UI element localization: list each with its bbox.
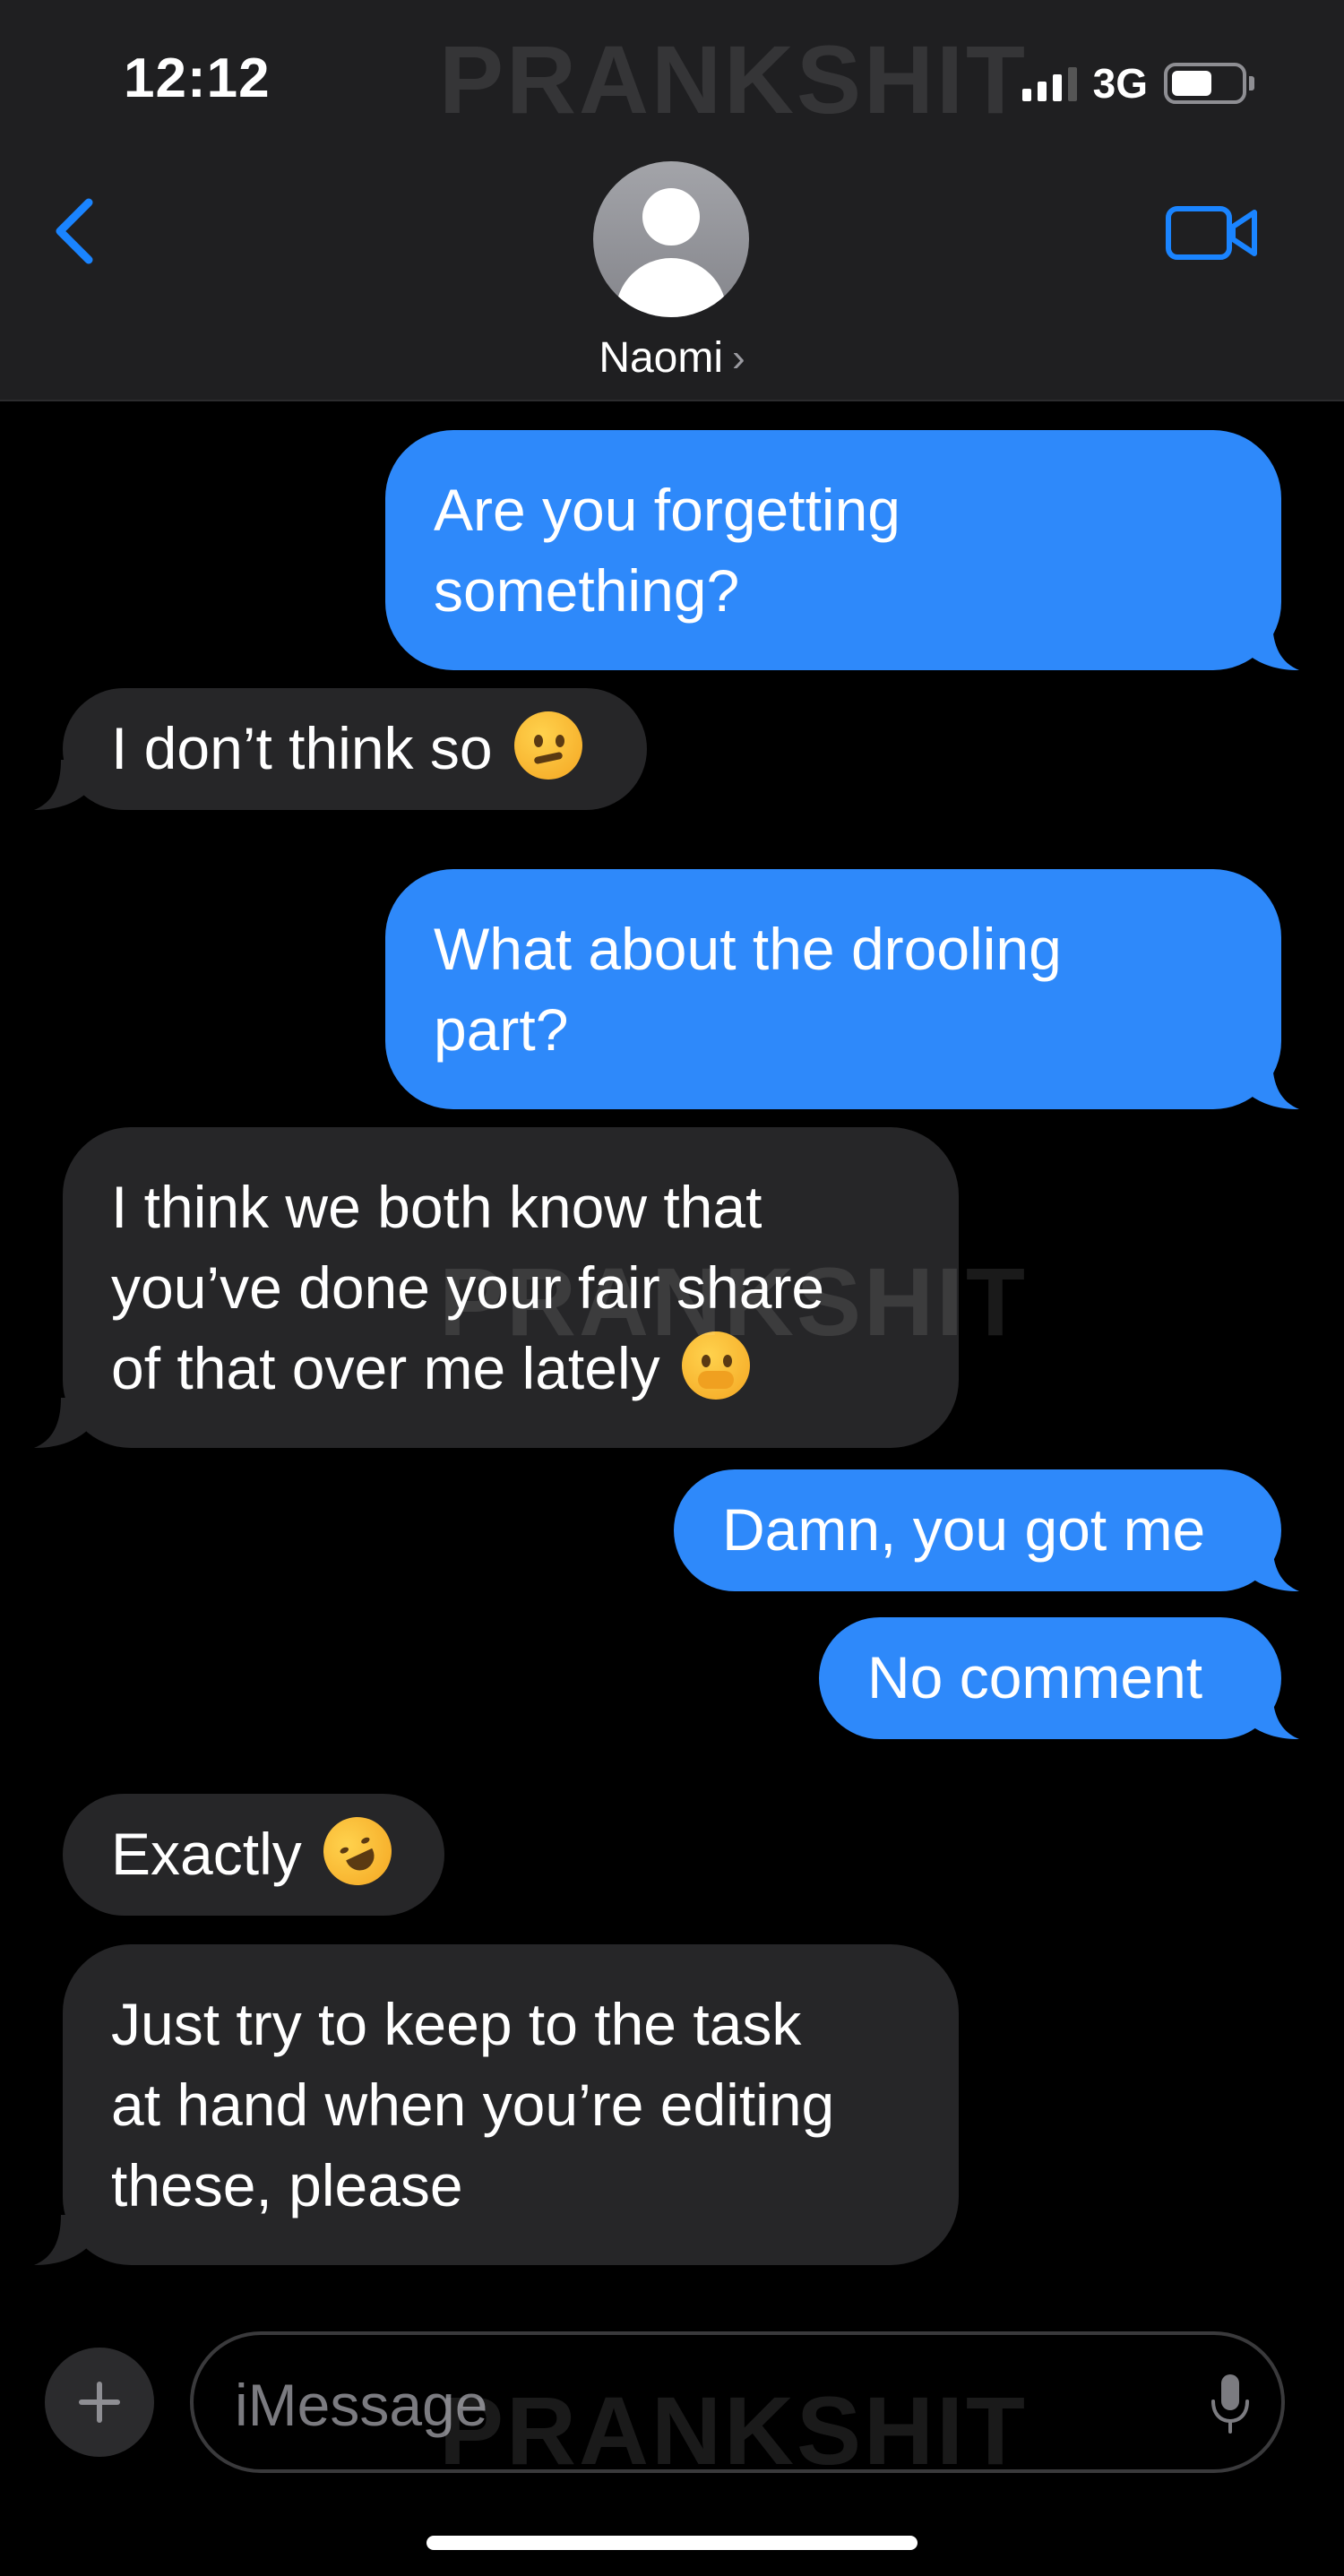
status-indicators: 3G bbox=[1021, 59, 1254, 108]
message-line: What about the drooling bbox=[434, 916, 1062, 982]
message-text: Exactly bbox=[111, 1821, 302, 1887]
message-text: Damn, you got me bbox=[722, 1496, 1206, 1563]
chevron-right-icon: › bbox=[732, 335, 745, 380]
watermark-middle: PRANKSHIT bbox=[439, 1247, 1029, 1356]
message-text: No comment bbox=[867, 1644, 1203, 1710]
message-bubble-incoming[interactable]: Exactly bbox=[63, 1794, 444, 1916]
watermark-bottom: PRANKSHIT bbox=[439, 2376, 1029, 2485]
message-bubble-outgoing[interactable]: Are you forgetting something? bbox=[385, 430, 1299, 670]
message-line: at hand when you’re editing bbox=[111, 2072, 835, 2138]
rolling-on-floor-laughing-emoji bbox=[312, 1805, 403, 1897]
message-bubble-outgoing[interactable]: No comment bbox=[819, 1617, 1299, 1739]
add-attachment-button[interactable] bbox=[45, 2348, 154, 2457]
message-line: Are you forgetting bbox=[434, 477, 900, 543]
status-time: 12:12 bbox=[124, 47, 271, 109]
network-type: 3G bbox=[1092, 60, 1148, 107]
watermark-top: PRANKSHIT bbox=[439, 25, 1029, 134]
message-line: these, please bbox=[111, 2152, 463, 2218]
message-bubble-outgoing[interactable]: Damn, you got me bbox=[674, 1469, 1299, 1591]
message-bubble-incoming[interactable]: I don’t think so bbox=[34, 688, 647, 810]
message-line: something? bbox=[434, 557, 740, 624]
battery-icon bbox=[1164, 63, 1254, 104]
contact-name: Naomi bbox=[599, 334, 724, 382]
message-bubble-outgoing[interactable]: What about the drooling part? bbox=[385, 869, 1299, 1109]
contact-avatar[interactable] bbox=[593, 161, 749, 317]
contact-name-button[interactable]: Naomi › bbox=[0, 333, 1344, 383]
signal-strength-icon bbox=[1021, 65, 1077, 101]
message-line: Just try to keep to the task bbox=[111, 1991, 802, 2057]
conversation-header: 12:12 PRANKSHIT 3G Naomi › bbox=[0, 0, 1344, 401]
back-chevron-icon[interactable] bbox=[49, 195, 103, 267]
message-line: I think we both know that bbox=[111, 1174, 762, 1240]
video-camera-icon[interactable] bbox=[1165, 202, 1259, 264]
thinking-face-emoji bbox=[513, 711, 582, 780]
microphone-icon[interactable] bbox=[1208, 2373, 1253, 2435]
message-line: part? bbox=[434, 996, 569, 1063]
message-text: I don’t think so bbox=[111, 715, 493, 781]
message-bubble-incoming[interactable]: Just try to keep to the task at hand whe… bbox=[34, 1944, 959, 2265]
home-indicator[interactable] bbox=[426, 2536, 918, 2550]
imessage-screen: 12:12 PRANKSHIT 3G Naomi › Are you forge… bbox=[0, 0, 1344, 2576]
